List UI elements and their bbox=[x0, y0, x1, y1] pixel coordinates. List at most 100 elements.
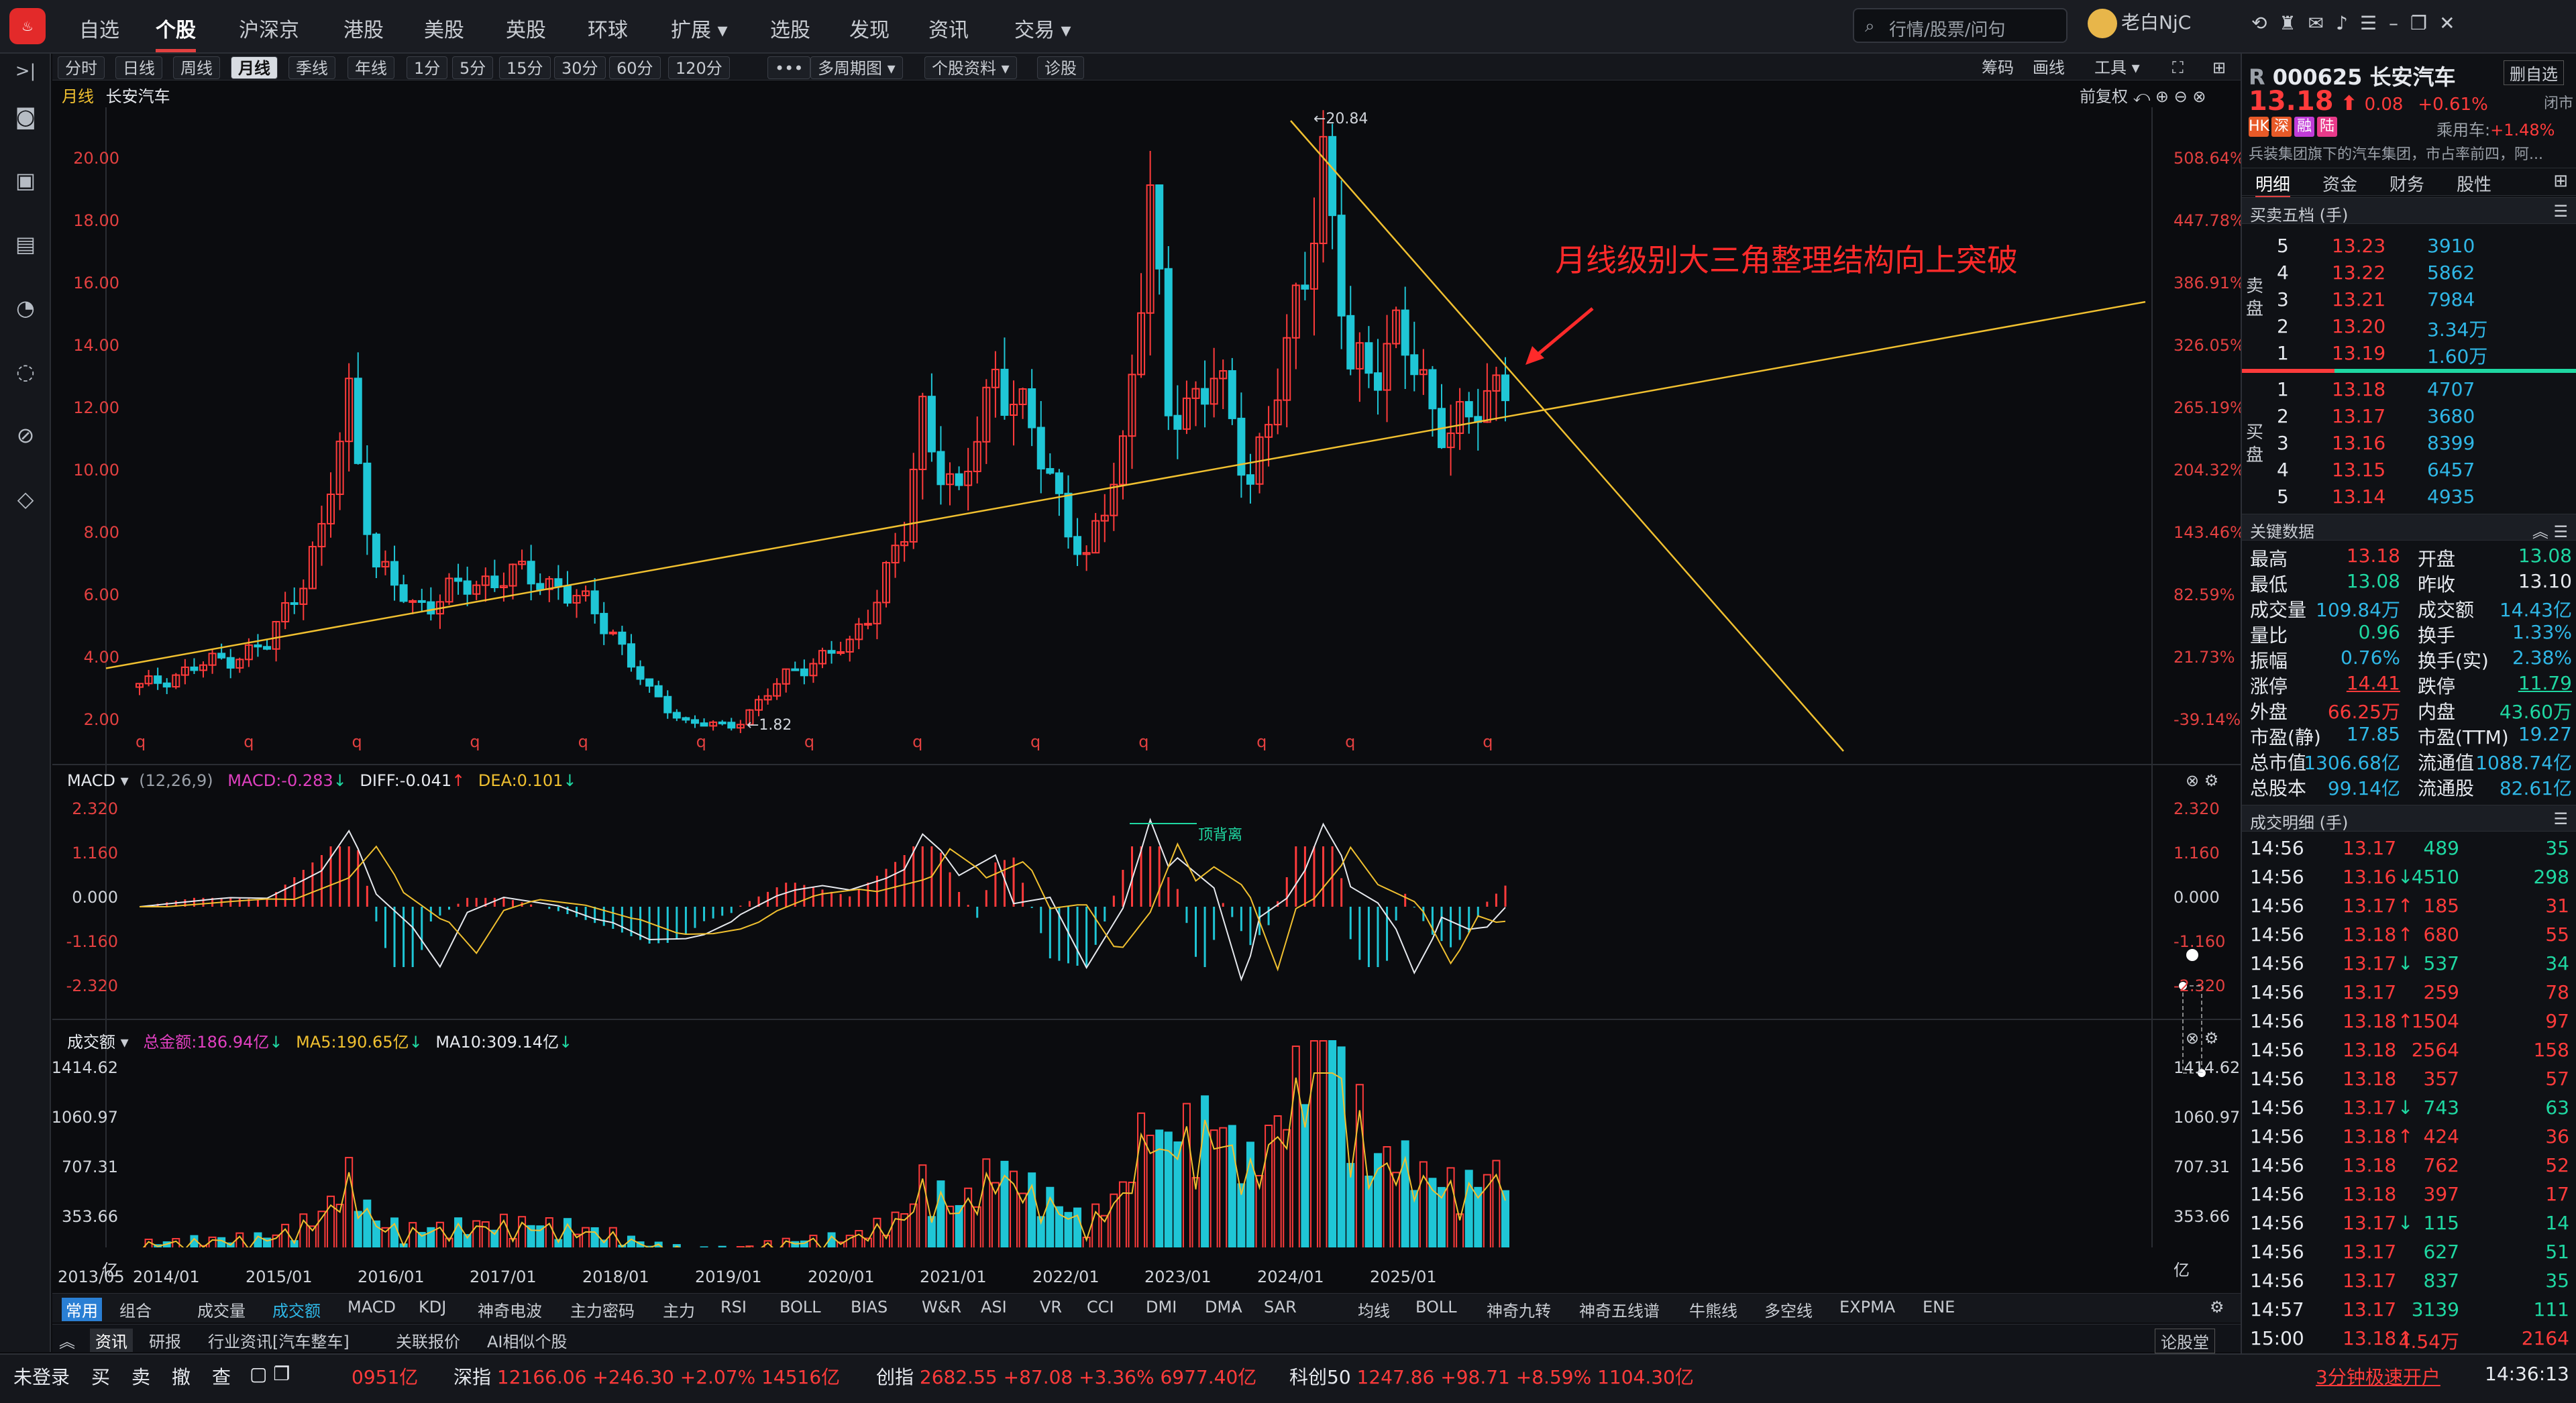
macd-name[interactable]: MACD bbox=[67, 771, 115, 790]
info-tab-3[interactable]: 关联报价 bbox=[396, 1329, 460, 1352]
ask-row[interactable]: 1 13.19 1.60万 bbox=[2242, 342, 2576, 368]
indicator-tab-16[interactable]: DMI bbox=[1146, 1298, 1177, 1316]
restore-icon[interactable]: ❐ bbox=[2410, 12, 2439, 34]
indicator-tab-7[interactable]: 主力密码 bbox=[570, 1298, 635, 1321]
robot-icon[interactable]: ◙ bbox=[9, 101, 42, 133]
indicator-tab-5[interactable]: KDJ bbox=[419, 1298, 446, 1316]
indicator-tab-12[interactable]: W&R bbox=[922, 1298, 961, 1316]
collapse-icon[interactable]: ︽ ☰ bbox=[2532, 518, 2568, 542]
tag-hk[interactable]: HK bbox=[2249, 117, 2269, 137]
more-button[interactable]: ••• bbox=[767, 56, 811, 79]
ask-row[interactable]: 4 13.22 5862 bbox=[2242, 262, 2576, 287]
period-button-7[interactable]: 5分 bbox=[452, 56, 494, 79]
nav-tab-11[interactable]: 交易 ▾ bbox=[1014, 13, 1071, 43]
nav-tab-7[interactable]: 扩展 ▾ bbox=[671, 13, 728, 43]
info-tab-4[interactable]: AI相似个股 bbox=[487, 1329, 568, 1352]
overlay-tab-1[interactable]: BOLL bbox=[1415, 1298, 1457, 1316]
diamond-icon[interactable]: ◇ bbox=[9, 483, 42, 515]
bid-row[interactable]: 3 13.16 8399 bbox=[2242, 432, 2576, 457]
indicator-tab-9[interactable]: RSI bbox=[720, 1298, 747, 1316]
period-button-1[interactable]: 日线 bbox=[115, 56, 162, 79]
bid-row[interactable]: 2 13.17 3680 bbox=[2242, 405, 2576, 431]
refresh-icon[interactable]: ⟲ bbox=[2251, 12, 2279, 34]
sector-info[interactable]: 乘用车:+1.48% bbox=[2436, 117, 2555, 140]
nav-tab-3[interactable]: 港股 bbox=[343, 13, 384, 43]
overlay-tab-2[interactable]: 神奇九转 bbox=[1487, 1298, 1551, 1321]
sell-button[interactable]: 卖 bbox=[131, 1363, 150, 1390]
indicator-tab-6[interactable]: 神奇电波 bbox=[478, 1298, 542, 1321]
draw-button[interactable]: 画线 bbox=[2033, 56, 2065, 79]
document-icon[interactable]: ▤ bbox=[9, 228, 42, 260]
trendline-support[interactable] bbox=[105, 300, 2146, 669]
overlay-tab-3[interactable]: 神奇五线谱 bbox=[1579, 1298, 1660, 1321]
login-status[interactable]: 未登录 bbox=[13, 1363, 70, 1390]
nav-tab-6[interactable]: 环球 bbox=[588, 13, 628, 43]
shirt-icon[interactable]: ♜ bbox=[2279, 12, 2308, 34]
indicator-tab-2[interactable]: 成交量 bbox=[197, 1298, 246, 1321]
chart-icon[interactable]: ▣ bbox=[9, 164, 42, 197]
indicator-tab-3[interactable]: 成交额 bbox=[272, 1298, 321, 1321]
ask-row[interactable]: 2 13.20 3.34万 bbox=[2242, 315, 2576, 341]
period-button-10[interactable]: 60分 bbox=[609, 56, 661, 79]
nav-tab-2[interactable]: 沪深京 bbox=[239, 13, 299, 43]
menu-icon[interactable]: ☰ bbox=[2553, 809, 2568, 828]
nav-tab-10[interactable]: 资讯 bbox=[928, 13, 969, 43]
index1-ticker[interactable]: 深指 12166.06 +246.30 +2.07% 14516亿 bbox=[453, 1363, 840, 1390]
indicator-tab-10[interactable]: BOLL bbox=[780, 1298, 821, 1316]
cancel-order-button[interactable]: 撤 bbox=[172, 1363, 191, 1390]
chips-button[interactable]: 筹码 bbox=[1982, 56, 2014, 79]
period-button-2[interactable]: 周线 bbox=[173, 56, 220, 79]
volume-panel-controls[interactable]: ⊗ ⚙ bbox=[2186, 1029, 2218, 1048]
chat-icon[interactable]: ◌ bbox=[9, 355, 42, 388]
indicator-tab-0[interactable]: 常用 bbox=[62, 1298, 102, 1321]
indicator-tab-11[interactable]: BIAS bbox=[851, 1298, 888, 1316]
indicator-tab-8[interactable]: 主力 bbox=[663, 1298, 695, 1321]
layout-icon[interactable]: ⊞ bbox=[2212, 56, 2226, 79]
ask-row[interactable]: 3 13.21 7984 bbox=[2242, 288, 2576, 314]
bid-row[interactable]: 1 13.18 4707 bbox=[2242, 378, 2576, 404]
tools-button[interactable]: 工具 ▾ bbox=[2094, 56, 2140, 79]
nav-tab-0[interactable]: 自选 bbox=[79, 13, 119, 43]
indicator-next-icon[interactable]: › bbox=[1232, 1298, 1238, 1316]
bid-row[interactable]: 5 13.14 4935 bbox=[2242, 486, 2576, 511]
menu-icon[interactable]: ☰ bbox=[2360, 12, 2389, 34]
bell-icon[interactable]: ♪ bbox=[2336, 12, 2360, 34]
overlay-tab-7[interactable]: ENE bbox=[1923, 1298, 1955, 1316]
indicator-tab-4[interactable]: MACD bbox=[347, 1298, 396, 1316]
close-icon[interactable]: ✕ bbox=[2439, 12, 2467, 34]
menu-icon[interactable]: ☰ bbox=[2553, 202, 2568, 221]
collapse-up-icon[interactable]: ︽ bbox=[59, 1329, 75, 1352]
bid-row[interactable]: 4 13.15 6457 bbox=[2242, 459, 2576, 484]
info-tab-1[interactable]: 研报 bbox=[149, 1329, 181, 1352]
minimize-icon[interactable]: – bbox=[2389, 12, 2410, 34]
period-button-9[interactable]: 30分 bbox=[554, 56, 606, 79]
forum-button[interactable]: 论股堂 bbox=[2155, 1329, 2215, 1353]
indicator-tab-13[interactable]: ASI bbox=[981, 1298, 1007, 1316]
info-tab-0[interactable]: 资讯 bbox=[90, 1329, 133, 1352]
indicator-tab-1[interactable]: 组合 bbox=[119, 1298, 152, 1321]
overlay-tab-0[interactable]: 均线 bbox=[1358, 1298, 1390, 1321]
user-profile[interactable]: 老白NjC bbox=[2088, 8, 2191, 43]
info-tab-2[interactable]: 行业资讯[汽车整车] bbox=[208, 1329, 350, 1352]
nav-tab-1[interactable]: 个股 bbox=[156, 13, 196, 52]
volume-name[interactable]: 成交额 bbox=[67, 1033, 115, 1052]
period-button-8[interactable]: 15分 bbox=[499, 56, 551, 79]
period-button-11[interactable]: 120分 bbox=[668, 56, 730, 79]
mail-icon[interactable]: ✉ bbox=[2308, 12, 2336, 34]
period-button-3[interactable]: 月线 bbox=[231, 56, 278, 79]
multi-cycle-button[interactable]: 多周期图 ▾ bbox=[810, 56, 903, 79]
nav-tab-4[interactable]: 美股 bbox=[424, 13, 464, 43]
overlay-tab-4[interactable]: 牛熊线 bbox=[1689, 1298, 1737, 1321]
macd-panel-controls[interactable]: ⊗ ⚙ bbox=[2186, 771, 2218, 790]
trendline-resistance[interactable] bbox=[1290, 120, 1844, 752]
tag-sz[interactable]: 深 bbox=[2271, 117, 2292, 137]
tag-margin[interactable]: 融 bbox=[2294, 117, 2314, 137]
overlay-tab-6[interactable]: EXPMA bbox=[1839, 1298, 1895, 1316]
query-button[interactable]: 查 bbox=[212, 1363, 231, 1390]
collapse-icon[interactable]: >| bbox=[9, 55, 42, 87]
period-button-5[interactable]: 年线 bbox=[347, 56, 394, 79]
nav-tab-5[interactable]: 英股 bbox=[506, 13, 546, 43]
index2-ticker[interactable]: 创指 2682.55 +87.08 +3.36% 6977.40亿 bbox=[876, 1363, 1256, 1390]
nav-tab-9[interactable]: 发现 bbox=[849, 13, 890, 43]
fullscreen-icon[interactable]: ⛶ bbox=[2172, 56, 2184, 79]
